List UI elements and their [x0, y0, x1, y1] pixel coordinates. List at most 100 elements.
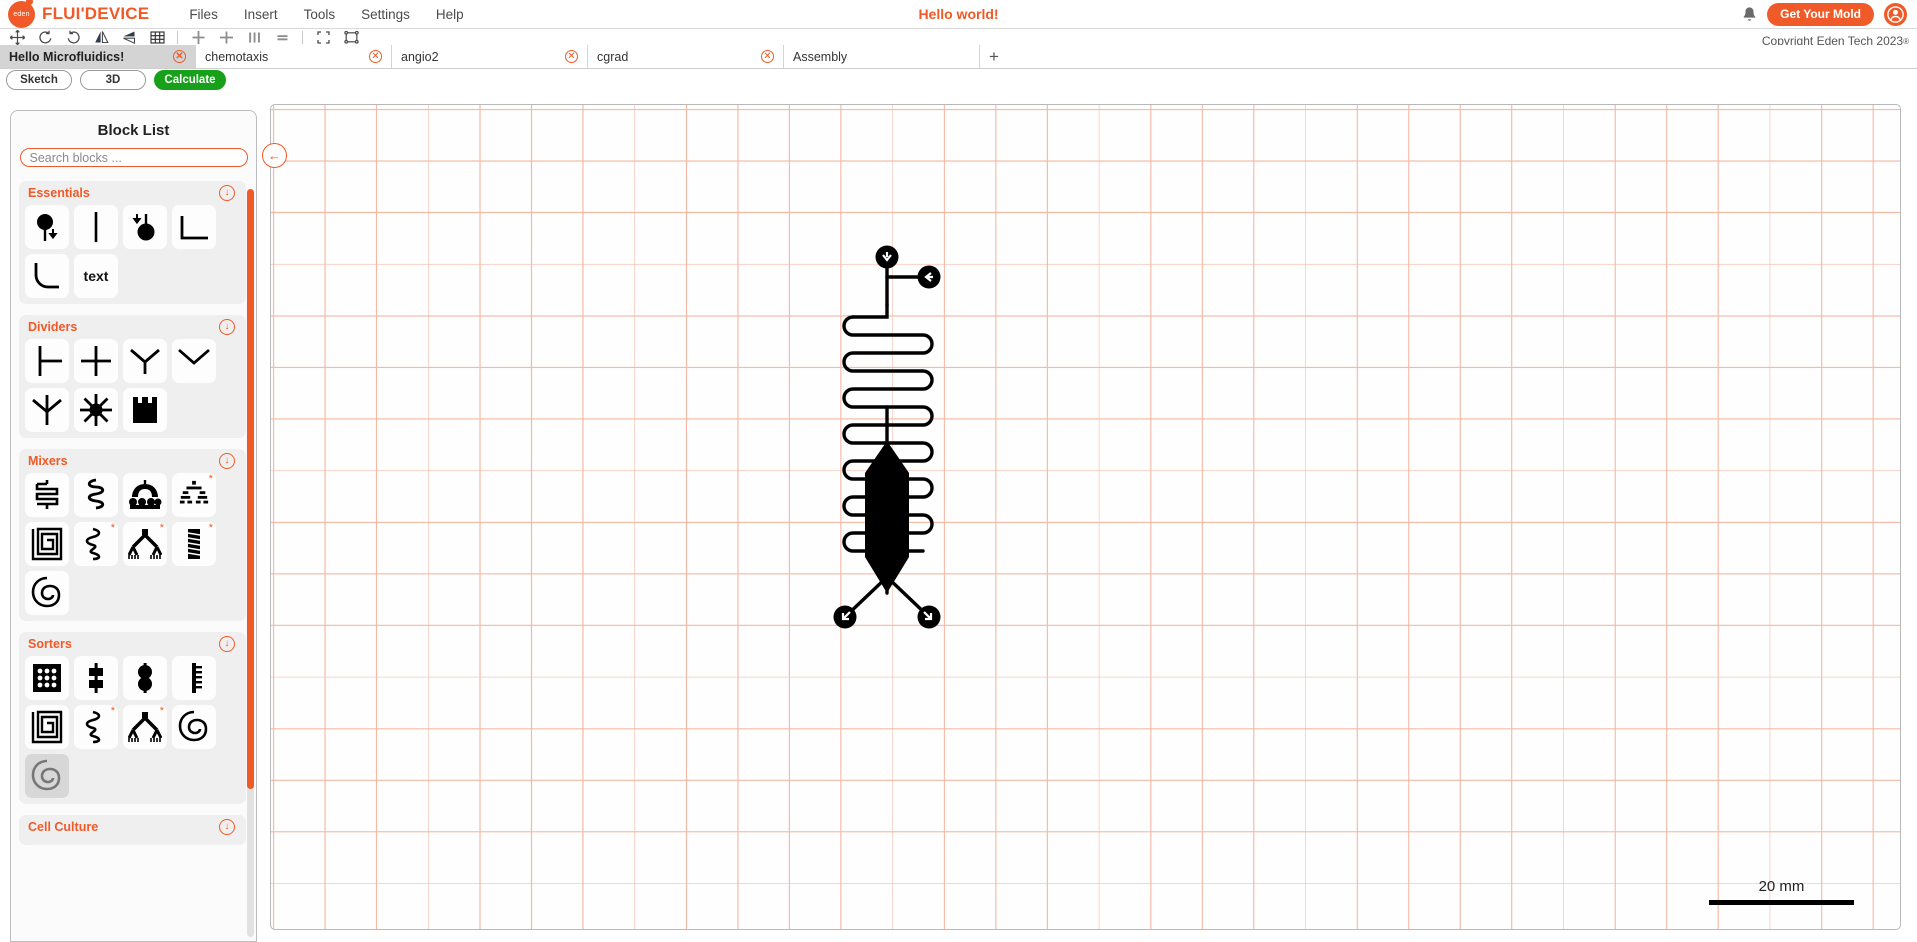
- hexagonal-chamber: [865, 441, 909, 593]
- category-label: Cell Culture: [28, 820, 99, 834]
- block-cross-junction[interactable]: [74, 339, 118, 383]
- logo-inner-text: eden: [13, 10, 30, 18]
- block-inlet[interactable]: [25, 205, 69, 249]
- main-menu: Files Insert Tools Settings Help: [189, 7, 463, 22]
- block-outlet[interactable]: [123, 205, 167, 249]
- block-corner[interactable]: [172, 205, 216, 249]
- menu-item-files[interactable]: Files: [189, 7, 218, 22]
- close-icon[interactable]: ✕: [761, 50, 774, 63]
- block-tree-mixer[interactable]: [123, 473, 167, 517]
- chevron-down-circle-icon[interactable]: ↓: [219, 453, 235, 469]
- block-wave-serpentine[interactable]: [74, 473, 118, 517]
- block-text[interactable]: text: [74, 254, 118, 298]
- block-branching-tree-sorter[interactable]: *: [123, 705, 167, 749]
- block-pillar-array[interactable]: [25, 656, 69, 700]
- block-spiral-round-selected[interactable]: [25, 754, 69, 798]
- close-icon[interactable]: ✕: [369, 50, 382, 63]
- block-zigzag-sorter[interactable]: *: [74, 705, 118, 749]
- user-avatar-icon[interactable]: [1884, 2, 1907, 26]
- block-ladder-filter[interactable]: [172, 656, 216, 700]
- block-herringbone[interactable]: *: [172, 522, 216, 566]
- block-zigzag[interactable]: *: [74, 522, 118, 566]
- header-actions: Get Your Mold: [1742, 2, 1917, 26]
- outlet-node-left: [833, 605, 857, 629]
- category-header[interactable]: Mixers ↓: [19, 449, 246, 473]
- block-chamber-pair[interactable]: [74, 656, 118, 700]
- tab-label: chemotaxis: [205, 49, 269, 64]
- chevron-down-circle-icon[interactable]: ↓: [219, 819, 235, 835]
- tab-assembly[interactable]: Assembly: [784, 45, 980, 68]
- tab-label: Hello Microfluidics!: [9, 49, 125, 64]
- brand-title: FLUI'DEVICE: [42, 4, 150, 23]
- collapse-panel-button[interactable]: ←: [262, 143, 287, 168]
- category-header[interactable]: Sorters ↓: [19, 632, 246, 656]
- edit-toolbar: [0, 29, 1917, 45]
- inlet-node-top: [875, 245, 899, 269]
- block-grid: * * * *: [19, 473, 246, 615]
- close-icon[interactable]: ✕: [173, 50, 186, 63]
- close-icon[interactable]: ✕: [565, 50, 578, 63]
- block-comb-manifold[interactable]: [123, 388, 167, 432]
- block-spiral-square-sorter[interactable]: [25, 705, 69, 749]
- category-header[interactable]: Dividers ↓: [19, 315, 246, 339]
- block-trident[interactable]: [25, 388, 69, 432]
- toolbar-divider-2: [302, 30, 303, 44]
- menu-item-help[interactable]: Help: [436, 7, 464, 22]
- category-label: Essentials: [28, 186, 90, 200]
- tab-angio2[interactable]: angio2 ✕: [392, 45, 588, 68]
- tab-label: cgrad: [597, 49, 629, 64]
- chevron-down-circle-icon[interactable]: ↓: [219, 185, 235, 201]
- block-y-junction[interactable]: [123, 339, 167, 383]
- tab-bar: Hello Microfluidics! ✕ chemotaxis ✕ angi…: [0, 45, 1917, 69]
- premium-star-icon: *: [159, 705, 164, 717]
- premium-star-icon: *: [110, 522, 115, 534]
- block-curve[interactable]: [25, 254, 69, 298]
- block-star-manifold[interactable]: [74, 388, 118, 432]
- menu-item-tools[interactable]: Tools: [304, 7, 336, 22]
- sketch-button[interactable]: Sketch: [6, 70, 72, 90]
- block-spiral-square[interactable]: [25, 522, 69, 566]
- tab-cgrad[interactable]: cgrad ✕: [588, 45, 784, 68]
- category-sorters: Sorters ↓ * *: [19, 632, 246, 804]
- search-input[interactable]: [19, 148, 248, 167]
- tab-hello-microfluidics[interactable]: Hello Microfluidics! ✕: [0, 45, 196, 68]
- microfluidic-circuit[interactable]: [271, 105, 1891, 930]
- block-grid: text: [19, 205, 246, 298]
- menu-item-insert[interactable]: Insert: [244, 7, 278, 22]
- chevron-down-circle-icon[interactable]: ↓: [219, 636, 235, 652]
- block-categories: Essentials ↓ text Dividers ↓ Mixers ↓ * …: [11, 181, 256, 941]
- inlet-node-side: [917, 265, 941, 289]
- premium-star-icon: *: [110, 705, 115, 717]
- app-header: eden FLUI'DEVICE Files Insert Tools Sett…: [0, 0, 1917, 29]
- design-canvas[interactable]: 20 mm: [270, 104, 1901, 930]
- category-label: Sorters: [28, 637, 72, 651]
- calculate-button[interactable]: Calculate: [154, 70, 226, 90]
- 3d-button[interactable]: 3D: [80, 70, 146, 90]
- category-header[interactable]: Cell Culture ↓: [19, 815, 246, 839]
- block-straight-channel[interactable]: [74, 205, 118, 249]
- get-your-mold-button[interactable]: Get Your Mold: [1767, 2, 1874, 26]
- category-cell-culture: Cell Culture ↓: [19, 815, 246, 845]
- toolbar-divider: [177, 30, 178, 44]
- bell-icon[interactable]: [1742, 6, 1757, 23]
- block-bead-chamber[interactable]: [123, 656, 167, 700]
- chevron-down-circle-icon[interactable]: ↓: [219, 319, 235, 335]
- eden-logo-icon: eden: [8, 0, 35, 28]
- category-dividers: Dividers ↓: [19, 315, 246, 438]
- block-square-serpentine[interactable]: [25, 473, 69, 517]
- block-y-split[interactable]: [172, 339, 216, 383]
- block-spiral-round[interactable]: [25, 571, 69, 615]
- add-tab-button[interactable]: +: [980, 45, 1008, 68]
- premium-star-icon: *: [208, 473, 213, 485]
- block-fractal-mixer[interactable]: *: [172, 473, 216, 517]
- block-text-label: text: [83, 268, 109, 284]
- panel-title: Block List: [97, 122, 170, 139]
- block-branching-tree[interactable]: *: [123, 522, 167, 566]
- category-header[interactable]: Essentials ↓: [19, 181, 246, 205]
- block-spiral-round-sorter[interactable]: [172, 705, 216, 749]
- menu-item-settings[interactable]: Settings: [361, 7, 410, 22]
- block-t-junction[interactable]: [25, 339, 69, 383]
- tab-chemotaxis[interactable]: chemotaxis ✕: [196, 45, 392, 68]
- tab-label: Assembly: [793, 49, 848, 64]
- block-list-panel: Block List Essentials ↓: [10, 110, 257, 942]
